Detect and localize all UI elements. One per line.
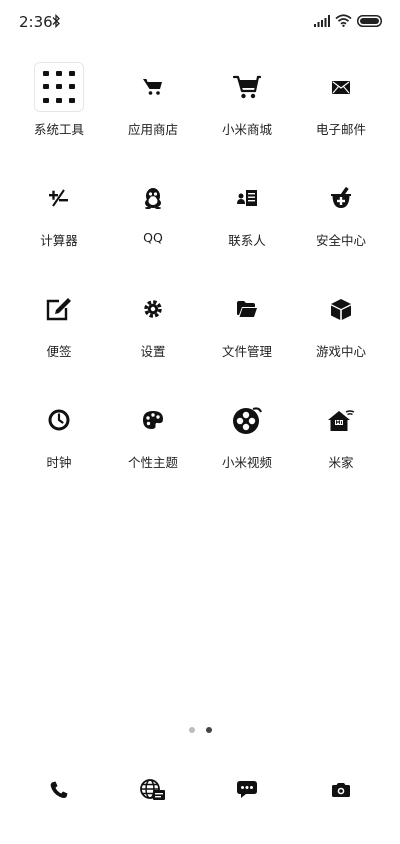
app-label: 系统工具	[33, 122, 84, 137]
app-file-manager[interactable]: 文件管理	[200, 282, 294, 393]
shopping-cart-icon	[143, 79, 162, 95]
palette-icon	[143, 411, 163, 429]
folder-icon	[34, 62, 84, 112]
app-row: 便签 设置 文件管理 游戏中心	[12, 282, 388, 393]
phone-icon	[50, 781, 68, 798]
app-label: 小米视频	[221, 455, 272, 470]
dock-camera[interactable]	[294, 766, 388, 814]
app-mi-video[interactable]: 小米视频	[200, 393, 294, 504]
page-indicator	[0, 727, 400, 733]
smart-home-icon	[328, 410, 355, 431]
message-icon	[237, 781, 257, 798]
dock-messages[interactable]	[200, 766, 294, 814]
app-label: 文件管理	[221, 344, 272, 359]
app-label: 安全中心	[315, 233, 366, 248]
app-label: QQ	[143, 230, 163, 245]
app-row: 计算器 QQ 联系人 安全中心	[12, 171, 388, 282]
dock-browser[interactable]	[106, 766, 200, 814]
app-themes[interactable]: 个性主题	[106, 393, 200, 504]
app-settings[interactable]: 设置	[106, 282, 200, 393]
status-bar: 2:36	[0, 0, 400, 44]
app-row: 时钟 个性主题 小米视频 米家	[12, 393, 388, 504]
battery-icon	[357, 15, 382, 27]
wifi-icon	[335, 14, 352, 27]
contacts-icon	[237, 190, 257, 206]
app-label: 应用商店	[127, 122, 178, 137]
globe-browser-icon	[140, 779, 165, 800]
folder-open-icon	[237, 301, 257, 317]
app-label: 游戏中心	[315, 344, 366, 359]
app-security-center[interactable]: 安全中心	[294, 171, 388, 282]
app-label: 电子邮件	[315, 122, 366, 137]
bluetooth-icon	[52, 14, 60, 28]
cube-icon	[331, 298, 351, 320]
app-label: 小米商城	[221, 122, 272, 137]
status-time: 2:36	[19, 13, 53, 31]
film-reel-icon	[233, 407, 262, 434]
page-dot-active[interactable]	[205, 727, 212, 733]
app-qq[interactable]: QQ	[106, 171, 200, 282]
penguin-icon	[145, 188, 161, 209]
app-row: 系统工具 应用商店 小米商城 电子邮件	[12, 60, 388, 171]
app-mi-home[interactable]: 米家	[294, 393, 388, 504]
app-label: 设置	[140, 344, 166, 359]
app-contacts[interactable]: 联系人	[200, 171, 294, 282]
clock-icon	[48, 409, 70, 431]
app-system-tools-folder[interactable]: 系统工具	[12, 60, 106, 171]
gear-icon	[144, 300, 162, 318]
app-label: 米家	[328, 455, 354, 470]
app-label: 时钟	[46, 455, 72, 470]
app-game-center[interactable]: 游戏中心	[294, 282, 388, 393]
app-label: 联系人	[228, 233, 266, 248]
dock	[12, 766, 388, 814]
plus-minus-icon	[49, 189, 68, 207]
app-mi-store[interactable]: 小米商城	[200, 60, 294, 171]
app-app-store[interactable]: 应用商店	[106, 60, 200, 171]
app-label: 计算器	[40, 233, 78, 248]
app-notes[interactable]: 便签	[12, 282, 106, 393]
page-dot[interactable]	[188, 727, 195, 733]
app-label: 个性主题	[127, 455, 178, 470]
app-email[interactable]: 电子邮件	[294, 60, 388, 171]
camera-icon	[332, 783, 350, 797]
home-app-grid: 系统工具 应用商店 小米商城 电子邮件 计算器 QQ 联系人 安全中心 便签 设…	[12, 60, 388, 504]
edit-note-icon	[46, 298, 71, 321]
app-label: 便签	[46, 344, 72, 359]
envelope-icon	[332, 80, 350, 94]
signal-icon	[314, 15, 330, 27]
cart-icon	[233, 75, 261, 99]
mortar-pestle-icon	[331, 187, 351, 208]
app-calculator[interactable]: 计算器	[12, 171, 106, 282]
app-clock[interactable]: 时钟	[12, 393, 106, 504]
dock-phone[interactable]	[12, 766, 106, 814]
